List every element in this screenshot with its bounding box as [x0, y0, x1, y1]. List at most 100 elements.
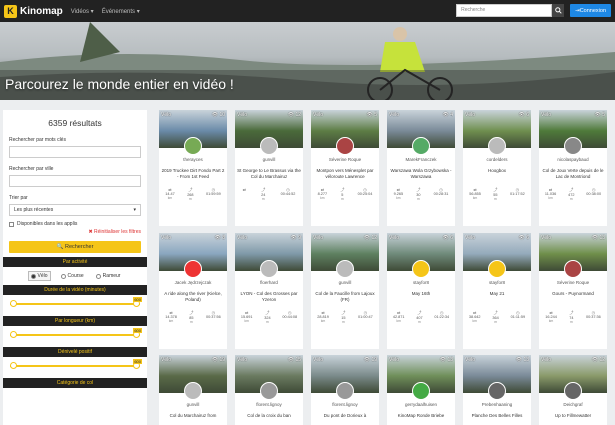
card-username[interactable]: MarekFranczek [387, 157, 455, 162]
card-username[interactable]: therayces [159, 157, 227, 162]
video-card[interactable]: Vélo 👁 6 cordelders Hoogbox ⇄ 56.855 km ⤴ 55 m ◷ 01… [463, 110, 531, 226]
avatar[interactable] [412, 382, 430, 400]
radio-rameur[interactable]: Rameur [94, 271, 123, 281]
card-title[interactable]: LYON - Col des Grosses par Yzeron [237, 291, 301, 303]
brand-logo[interactable]: K Kinomap [4, 4, 63, 18]
search-button[interactable] [552, 4, 565, 17]
stat-value: 01:59:59 [205, 192, 221, 196]
card-username[interactable]: Jacek Jędrzejczak [159, 280, 227, 285]
filter-search-button[interactable]: 🔍 Rechercher [9, 241, 141, 253]
apps-checkbox-row[interactable]: Disponibles dans les applis [9, 221, 147, 227]
view-count: 👁 19 [212, 357, 225, 363]
keyword-input[interactable] [9, 146, 141, 158]
video-card[interactable]: Vélo 👁 13 Séverine Roque Gours - Puynormand… [539, 233, 607, 349]
avatar[interactable] [336, 137, 354, 155]
card-title[interactable]: Warszawa Wola Grzybowska - Warszawa [389, 168, 453, 180]
card-title[interactable]: KinoMap Ronde Briebe [389, 413, 453, 419]
avatar[interactable] [184, 137, 202, 155]
card-title[interactable]: Planche Des Belles Filles [465, 413, 529, 419]
card-title[interactable]: Up to Fillmewatter [541, 413, 605, 419]
card-username[interactable]: florent.lignoy [235, 402, 303, 407]
stat-duration: ◷ 01:22:34 [434, 310, 449, 324]
card-username[interactable]: Séverine Roque [539, 280, 607, 285]
avatar[interactable] [564, 260, 582, 278]
login-button[interactable]: ⇥ Connexion [570, 4, 611, 17]
card-title[interactable]: May 16th [389, 291, 453, 297]
avatar[interactable] [260, 137, 278, 155]
video-card[interactable]: Vélo 👁 12 gunvill St George to Le Brassus v… [235, 110, 303, 226]
card-title[interactable]: A ride along the river (Kielce, Poland) [161, 291, 225, 303]
avatar[interactable] [564, 137, 582, 155]
card-username[interactable]: cordelders [463, 157, 531, 162]
card-username[interactable]: stayfor8 [387, 280, 455, 285]
avatar[interactable] [488, 137, 506, 155]
avatar[interactable] [184, 382, 202, 400]
video-card[interactable]: Vélo 👁 5 nicolaspaybaud Col de Joux Verte d… [539, 110, 607, 226]
nav-videos[interactable]: Vidéos ▾ [71, 8, 94, 15]
avatar[interactable] [564, 382, 582, 400]
card-title[interactable]: Col de la Faucille from Lajoux (FR) [313, 291, 377, 303]
slider-min-handle[interactable] [10, 362, 17, 369]
avatar[interactable] [488, 382, 506, 400]
avatar[interactable] [260, 260, 278, 278]
card-username[interactable]: gunvill [235, 157, 303, 162]
card-username[interactable]: nicolaspaybaud [539, 157, 607, 162]
video-card[interactable]: Vélo 👁 15 florent.lignoy Col de la croix du… [235, 355, 303, 425]
length-slider[interactable]: 600 [10, 328, 142, 339]
avatar[interactable] [412, 137, 430, 155]
card-username[interactable]: florent.lignoy [311, 402, 379, 407]
card-username[interactable]: Deichgraf [539, 402, 607, 407]
nav-events[interactable]: Événements ▾ [102, 8, 140, 15]
card-title[interactable]: Du pont de Dorieux à [313, 413, 377, 419]
card-title[interactable]: Montpon vers Ménesplet par véloroute Law… [313, 168, 377, 180]
card-username[interactable]: gunvill [311, 280, 379, 285]
elevation-slider[interactable]: 600 [10, 359, 142, 370]
slider-max-value: 600 [133, 359, 142, 364]
card-title[interactable]: Col de Joux Verte depuis de le Lac de Mo… [541, 168, 605, 180]
slider-min-handle[interactable] [10, 300, 17, 307]
video-card[interactable]: Vélo 👁 13 Prebenhaaning Planche Des Belles … [463, 355, 531, 425]
avatar[interactable] [336, 260, 354, 278]
card-username[interactable]: gerrydaalhuisen [387, 402, 455, 407]
video-card[interactable]: Vélo 👁 6 stayfor8 May 21 ⇄ 38.642 km ⤴ 364 m ◷ 01:1… [463, 233, 531, 349]
video-card[interactable]: Vélo 👁 8 Jacek Jędrzejczak A ride along the… [159, 233, 227, 349]
avatar[interactable] [488, 260, 506, 278]
video-card[interactable]: Vélo 👁 13 gerrydaalhuisen KinoMap Ronde Bri… [387, 355, 455, 425]
video-card[interactable]: Vélo 👁 10 therayces 2019 Truckee Dirt Fondo… [159, 110, 227, 226]
sort-select[interactable]: Les plus récentes ▾ [9, 204, 141, 216]
card-title[interactable]: Col de la croix du ban [237, 413, 301, 419]
video-card[interactable]: Vélo 👁 19 gunvill Col du Marchairuz from [159, 355, 227, 425]
card-title[interactable]: Gours - Puynormand [541, 291, 605, 297]
city-input[interactable] [9, 175, 141, 187]
apps-checkbox[interactable] [9, 221, 14, 227]
search-input[interactable]: Recherche [456, 4, 553, 17]
video-card[interactable]: Vélo 👁 4 MarekFranczek Warszawa Wola Grzybo… [387, 110, 455, 226]
avatar[interactable] [260, 382, 278, 400]
video-card[interactable]: Vélo 👁 12 Deichgraf Up to Fillmewatter [539, 355, 607, 425]
video-card[interactable]: Vélo 👁 12 gunvill Col de la Faucille from L… [311, 233, 379, 349]
radio-course[interactable]: Course [59, 271, 86, 281]
avatar[interactable] [184, 260, 202, 278]
stat-distance: ⇄ 14.378 km [165, 310, 177, 324]
card-username[interactable]: Séverine Roque [311, 157, 379, 162]
avatar[interactable] [412, 260, 430, 278]
slider-min-handle[interactable] [10, 331, 17, 338]
reset-filters-link[interactable]: ✖ Réinitialiser les filtres [3, 229, 141, 235]
card-title[interactable]: Hoogbox [465, 168, 529, 174]
video-card[interactable]: Vélo 👁 19 florent.lignoy Du pont de Dorieux… [311, 355, 379, 425]
card-title[interactable]: St George to Le Brassus via the Col du M… [237, 168, 301, 180]
card-username[interactable]: stayfor8 [463, 280, 531, 285]
card-title[interactable]: May 21 [465, 291, 529, 297]
avatar[interactable] [336, 382, 354, 400]
card-username[interactable]: floerhard [235, 280, 303, 285]
video-card[interactable]: Vélo 👁 5 Séverine Roque Montpon vers Ménesp… [311, 110, 379, 226]
slider-track [10, 303, 140, 305]
duration-slider[interactable]: 600 [10, 297, 142, 308]
card-title[interactable]: Col du Marchairuz from [161, 413, 225, 419]
card-username[interactable]: gunvill [159, 402, 227, 407]
card-title[interactable]: 2019 Truckee Dirt Fondo Part 2 - From 1s… [161, 168, 225, 180]
card-username[interactable]: Prebenhaaning [463, 402, 531, 407]
radio-velo[interactable]: Vélo [27, 271, 51, 281]
video-card[interactable]: Vélo 👁 9 floerhard LYON - Col des Grosses p… [235, 233, 303, 349]
video-card[interactable]: Vélo 👁 6 stayfor8 May 16th ⇄ 42.871 km ⤴ 407 m ◷ 01… [387, 233, 455, 349]
